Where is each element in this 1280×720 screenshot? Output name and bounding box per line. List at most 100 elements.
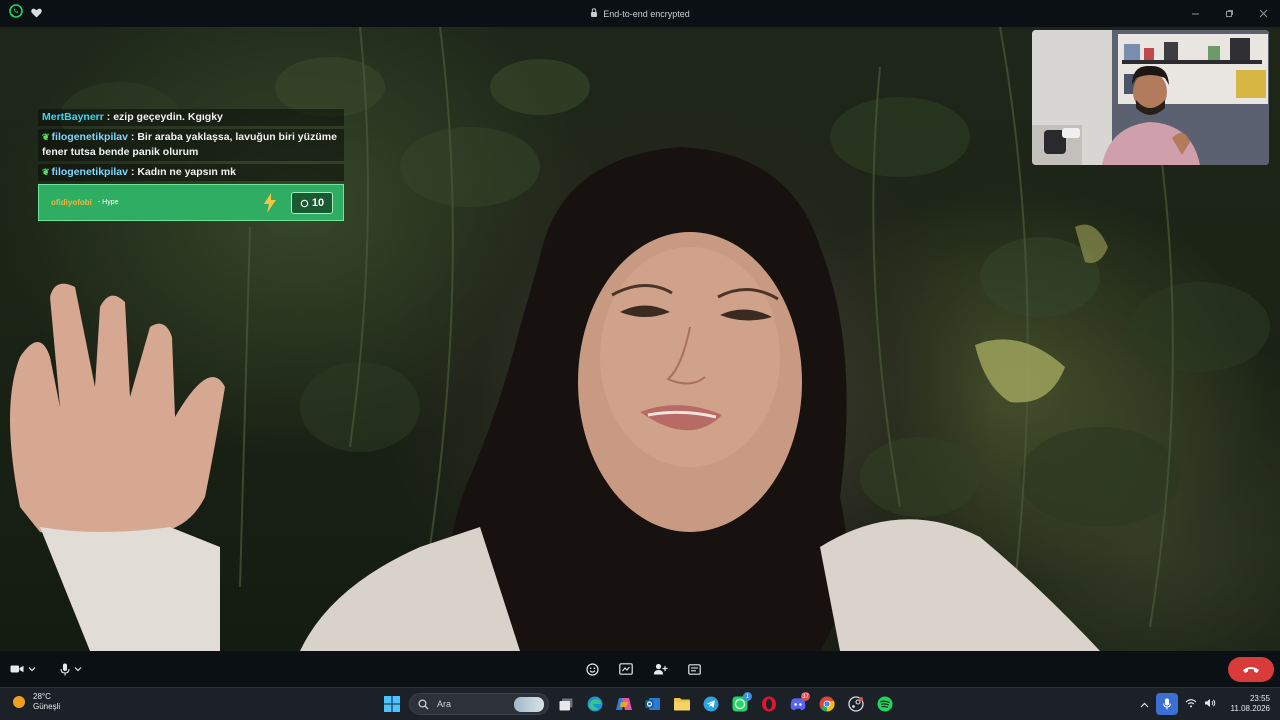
outlook-icon (645, 698, 660, 710)
steam-app[interactable] (844, 692, 868, 716)
folder-icon (674, 698, 690, 711)
microphone-toggle-button[interactable] (60, 658, 70, 680)
chrome-icon (819, 696, 835, 712)
windows-logo-icon (384, 696, 400, 712)
camera-controls (10, 658, 36, 680)
screen-share-icon (619, 663, 633, 675)
hype-count-badge: 10 (291, 192, 333, 214)
clock-date: 11.08.2026 (1230, 704, 1270, 713)
microphone-options-button[interactable] (74, 658, 82, 680)
restore-icon (1225, 10, 1233, 17)
opera-app[interactable] (757, 692, 781, 716)
edge-icon (587, 696, 603, 712)
encryption-label: End-to-end encrypted (603, 8, 690, 19)
chat-message: ❦ filogenetikpilav : Bir araba yaklaşsa, … (38, 129, 344, 161)
search-icon (418, 698, 429, 709)
chat-message: MertBaynerr : ezip geçeydin. Kgıgky (38, 109, 344, 126)
refresh-icon (300, 199, 309, 207)
close-button[interactable] (1246, 0, 1280, 27)
restore-button[interactable] (1212, 0, 1246, 27)
search-placeholder: Ara (437, 699, 452, 709)
clock-time: 23:55 (1249, 694, 1270, 703)
reactions-button[interactable] (586, 658, 599, 680)
volume-icon (1204, 699, 1215, 707)
chat-message: ❦ filogenetikpilav : Kadın ne yapsın mk (38, 164, 344, 181)
end-call-button[interactable] (1228, 657, 1274, 682)
spotify-icon (877, 696, 893, 712)
hype-username: ofidiyofobi (51, 198, 92, 207)
minimize-button[interactable] (1178, 0, 1212, 27)
discord-notification-badge: 37 (801, 692, 810, 701)
screen-share-button[interactable] (619, 658, 633, 680)
message-icon (688, 663, 701, 675)
whatsapp-notification-badge: 1 (743, 692, 752, 701)
call-control-bar (0, 651, 1280, 687)
wifi-button[interactable] (1185, 695, 1197, 713)
chat-username: filogenetikpilav (51, 166, 128, 178)
microphone-in-use-indicator[interactable] (1155, 693, 1178, 715)
chrome-app[interactable] (815, 692, 839, 716)
volume-button[interactable] (1204, 695, 1216, 713)
wifi-icon (1185, 699, 1196, 708)
add-participant-button[interactable] (653, 658, 668, 680)
microphone-icon (1162, 698, 1171, 710)
opera-icon (762, 696, 776, 712)
subscriber-badge-icon: ❦ (42, 132, 50, 142)
taskbar-clock[interactable]: 23:55 11.08.2026 (1231, 694, 1270, 714)
microphone-icon (60, 663, 70, 675)
chevron-up-icon (1140, 702, 1148, 708)
taskbar-search[interactable]: Ara (409, 693, 549, 715)
self-view-scene (1032, 30, 1269, 165)
task-view-button[interactable] (554, 692, 578, 716)
camera-options-button[interactable] (28, 658, 36, 680)
hype-notification: ofidiyofobi - Hype 10 (38, 184, 344, 221)
video-camera-icon (10, 665, 24, 673)
whatsapp-app[interactable]: 1 (728, 692, 752, 716)
chat-username: filogenetikpilav (51, 131, 128, 143)
more-options-button[interactable] (688, 658, 701, 680)
taskbar-apps: Ara 1 37 (380, 692, 897, 716)
telegram-app[interactable] (699, 692, 723, 716)
chat-text: : Kadın ne yapsın mk (130, 166, 236, 178)
call-actions (586, 658, 701, 680)
copilot-app[interactable] (612, 692, 636, 716)
show-hidden-icons-button[interactable] (1140, 695, 1149, 713)
search-highlight-image (514, 697, 544, 712)
weather-condition: Güneşli (33, 702, 61, 711)
close-icon (1259, 9, 1267, 18)
add-user-icon (653, 663, 668, 675)
chat-username: MertBaynerr (42, 111, 104, 123)
telegram-icon (703, 696, 719, 712)
spotify-app[interactable] (873, 692, 897, 716)
chevron-down-icon (28, 667, 36, 672)
weather-widget[interactable]: 28°C Güneşli (12, 692, 60, 712)
hype-label: - Hype (97, 199, 119, 206)
chat-text: : ezip geçeydin. Kgıgky (106, 111, 223, 123)
minimize-icon (1191, 13, 1199, 15)
edge-app[interactable] (583, 692, 607, 716)
whatsapp-video-call-window: End-to-end encrypted MertBaynerr: ezip … (0, 0, 1280, 720)
windows-taskbar: 28°C Güneşli Ara 1 37 23:55 11.08.2026 (0, 687, 1280, 720)
microphone-controls (60, 658, 82, 680)
outlook-app[interactable] (641, 692, 665, 716)
emoji-icon (586, 662, 599, 676)
subscriber-badge-icon: ❦ (42, 167, 50, 177)
sun-icon (13, 696, 25, 708)
hang-up-icon (1243, 667, 1259, 673)
title-bar: End-to-end encrypted (0, 0, 1280, 27)
hype-count: 10 (311, 197, 325, 209)
heart-icon[interactable] (31, 5, 42, 23)
task-view-icon (559, 698, 573, 710)
lock-icon (590, 8, 598, 19)
weather-temperature: 28°C (33, 692, 51, 701)
camera-toggle-button[interactable] (10, 658, 24, 680)
self-view-pip[interactable] (1032, 30, 1269, 165)
copilot-icon (616, 698, 632, 710)
stream-chat-overlay: MertBaynerr : ezip geçeydin. Kgıgky ❦ fil… (38, 109, 344, 221)
start-button[interactable] (380, 692, 404, 716)
system-tray: 23:55 11.08.2026 (1140, 692, 1270, 716)
discord-app[interactable]: 37 (786, 692, 810, 716)
file-explorer-app[interactable] (670, 692, 694, 716)
steam-icon (848, 696, 864, 712)
lightning-icon (264, 193, 276, 213)
